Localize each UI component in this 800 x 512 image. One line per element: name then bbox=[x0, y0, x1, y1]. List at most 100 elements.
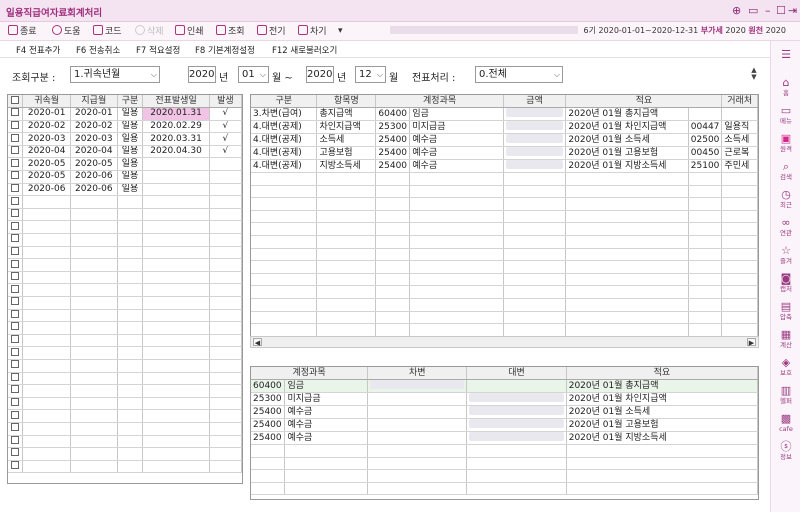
checkbox[interactable] bbox=[11, 360, 20, 369]
sidebar-item-search[interactable]: ⌕ 검색 bbox=[771, 161, 800, 182]
type-cell[interactable] bbox=[117, 435, 144, 449]
credit-cell[interactable] bbox=[466, 405, 567, 420]
table-row[interactable] bbox=[251, 185, 758, 199]
accrual-month-cell[interactable]: 2020-03 bbox=[22, 132, 71, 146]
row-checkbox-cell[interactable] bbox=[8, 271, 24, 285]
issued-cell[interactable] bbox=[209, 422, 242, 436]
f4-add-voucher[interactable]: F4 전표추가 bbox=[16, 44, 60, 56]
pay-month-cell[interactable] bbox=[70, 447, 118, 461]
amount-cell[interactable] bbox=[503, 298, 567, 312]
table-row[interactable]: 2020-05 2020-05 일용 bbox=[8, 157, 242, 172]
accrual-month-cell[interactable] bbox=[22, 460, 71, 474]
pay-month-cell[interactable]: 2020-06 bbox=[70, 170, 118, 184]
from-year-input[interactable]: 2020 bbox=[188, 66, 216, 83]
table-row[interactable] bbox=[8, 271, 242, 285]
partner-name-cell[interactable] bbox=[721, 210, 758, 224]
table-row[interactable]: 4.대변(공제) 지방소득세 25400 예수금 2020년 01월 지방소득세 2510… bbox=[251, 159, 758, 174]
account-code-cell[interactable] bbox=[375, 172, 411, 186]
row-checkbox-cell[interactable] bbox=[8, 233, 24, 247]
checkbox[interactable] bbox=[11, 158, 20, 167]
memo-cell[interactable] bbox=[566, 444, 758, 458]
voucher-processing-select[interactable]: 0.전체 ⌵ bbox=[475, 66, 563, 83]
partner-name-cell[interactable] bbox=[721, 285, 758, 300]
pay-month-cell[interactable] bbox=[70, 309, 118, 323]
accrual-month-cell[interactable] bbox=[22, 296, 71, 310]
accrual-month-cell[interactable] bbox=[22, 346, 71, 360]
table-row[interactable] bbox=[251, 482, 758, 496]
zoom-icon[interactable]: ⊕ bbox=[732, 4, 741, 17]
item-cell[interactable]: 고용보험 bbox=[316, 146, 377, 161]
account-name-cell[interactable]: 임금 bbox=[409, 107, 504, 122]
account-name-cell[interactable]: 예수금 bbox=[409, 146, 504, 161]
row-checkbox-cell[interactable] bbox=[8, 208, 24, 222]
credit-cell[interactable] bbox=[466, 444, 567, 458]
type-cell[interactable] bbox=[117, 422, 144, 436]
row-checkbox-cell[interactable] bbox=[8, 170, 24, 184]
account-name-cell[interactable] bbox=[409, 210, 504, 224]
print-button[interactable]: 인쇄 bbox=[175, 25, 204, 38]
account-code-cell[interactable] bbox=[375, 273, 411, 287]
account-name-cell[interactable] bbox=[409, 248, 504, 262]
type-cell[interactable] bbox=[117, 334, 144, 348]
sidebar-item-star[interactable]: ☆ 즐겨 bbox=[771, 245, 800, 266]
table-row[interactable] bbox=[8, 346, 242, 360]
item-cell[interactable] bbox=[316, 210, 377, 224]
memo-cell[interactable]: 2020년 01월 소득세 bbox=[566, 405, 758, 420]
partner-name-cell[interactable] bbox=[721, 298, 758, 312]
table-row[interactable]: 2020-02 2020-02 일용 2020.02.29 √ bbox=[8, 120, 242, 134]
kind-cell[interactable] bbox=[251, 298, 318, 312]
sidebar-item-home[interactable]: ⌂ 홈 bbox=[771, 77, 800, 98]
accrual-month-cell[interactable]: 2020-01 bbox=[22, 107, 71, 121]
account-name-cell[interactable]: 미지급금 bbox=[284, 392, 369, 407]
issued-cell[interactable] bbox=[209, 220, 242, 235]
account-code-cell[interactable] bbox=[375, 285, 411, 300]
type-cell[interactable]: 일용 bbox=[117, 132, 144, 146]
scroll-right-icon[interactable]: ▶ bbox=[747, 338, 756, 347]
amount-cell[interactable] bbox=[503, 146, 567, 161]
type-cell[interactable]: 일용 bbox=[117, 183, 144, 197]
account-name-cell[interactable] bbox=[409, 311, 504, 325]
issued-cell[interactable] bbox=[209, 170, 242, 184]
checkbox[interactable] bbox=[11, 146, 20, 155]
type-cell[interactable] bbox=[117, 296, 144, 310]
partner-code-cell[interactable]: 25100 bbox=[688, 159, 723, 174]
table-row[interactable] bbox=[251, 197, 758, 211]
voucher-date-cell[interactable] bbox=[142, 195, 210, 209]
row-checkbox-cell[interactable] bbox=[8, 422, 24, 436]
account-name-cell[interactable] bbox=[409, 197, 504, 211]
partner-code-cell[interactable]: 00447 bbox=[688, 120, 723, 135]
sidebar-item-book[interactable]: ▣ 원격 bbox=[771, 133, 800, 154]
account-name-cell[interactable] bbox=[409, 172, 504, 186]
close-button[interactable]: 종료 bbox=[8, 25, 37, 38]
table-row[interactable]: 2020-04 2020-04 일용 2020.04.30 √ bbox=[8, 145, 242, 159]
pay-month-cell[interactable]: 2020-03 bbox=[70, 132, 118, 146]
table-row[interactable] bbox=[251, 260, 758, 274]
partner-name-cell[interactable] bbox=[721, 197, 758, 211]
table-row[interactable] bbox=[8, 384, 242, 398]
accrual-month-cell[interactable] bbox=[22, 372, 71, 386]
account-name-cell[interactable] bbox=[284, 444, 369, 458]
account-code-cell[interactable] bbox=[251, 457, 286, 471]
table-row[interactable] bbox=[8, 334, 242, 348]
type-cell[interactable] bbox=[117, 447, 144, 461]
amount-cell[interactable] bbox=[503, 210, 567, 224]
restore-icon[interactable]: ▭ bbox=[748, 4, 758, 17]
account-code-cell[interactable]: 25400 bbox=[375, 146, 411, 161]
table-row[interactable] bbox=[8, 220, 242, 235]
item-cell[interactable] bbox=[316, 172, 377, 186]
type-cell[interactable] bbox=[117, 460, 144, 474]
type-cell[interactable] bbox=[117, 359, 144, 373]
item-cell[interactable] bbox=[316, 222, 377, 237]
memo-cell[interactable]: 2020년 01월 지방소득세 bbox=[566, 431, 758, 446]
partner-name-cell[interactable] bbox=[721, 172, 758, 186]
row-checkbox-cell[interactable] bbox=[8, 132, 24, 146]
kind-cell[interactable] bbox=[251, 311, 318, 325]
amount-cell[interactable] bbox=[503, 197, 567, 211]
partner-code-cell[interactable] bbox=[688, 172, 723, 186]
pay-month-cell[interactable] bbox=[70, 460, 118, 474]
accrual-month-cell[interactable] bbox=[22, 195, 71, 209]
f6-cancel-transfer[interactable]: F6 전송취소 bbox=[76, 44, 120, 56]
row-checkbox-cell[interactable] bbox=[8, 359, 24, 373]
account-code-cell[interactable] bbox=[251, 482, 286, 496]
pay-month-cell[interactable] bbox=[70, 258, 118, 272]
